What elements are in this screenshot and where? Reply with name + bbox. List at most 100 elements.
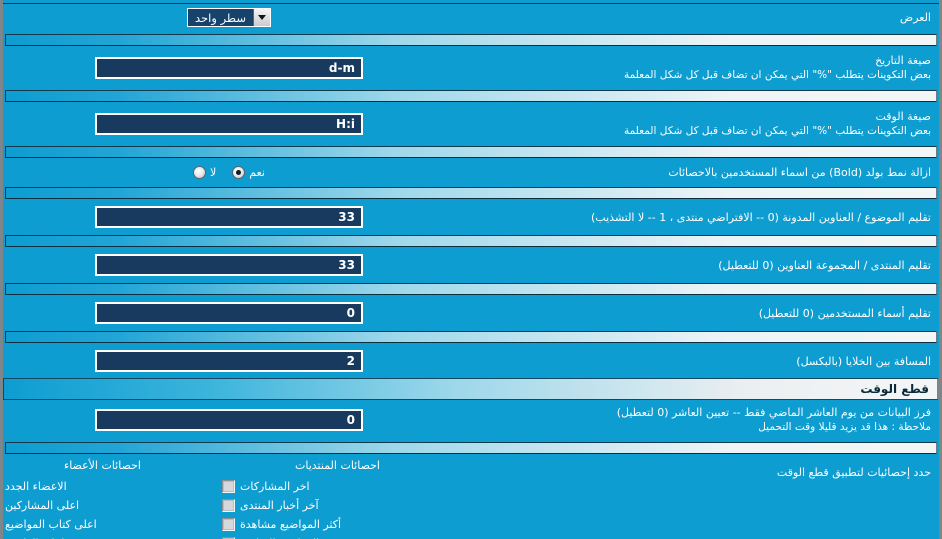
divider-2 [5, 90, 937, 102]
label-apply-cutoff-text: حدد إحصائيات لتطبيق قطع الوقت [776, 466, 931, 479]
checkbox-icon[interactable] [222, 480, 235, 493]
row-cutoff-days: فرز البيانات من يوم العاشر الماضي فقط --… [3, 401, 939, 439]
divider-6-wrap [3, 280, 939, 298]
cutoff-column-forums-header: احصائات المنتديات [295, 459, 380, 472]
control-trim-forum-titles [3, 250, 455, 280]
time-format-input[interactable] [95, 113, 363, 135]
divider-7 [5, 331, 937, 343]
label-display: العرض [455, 6, 939, 29]
divider-4-wrap [3, 184, 939, 202]
row-trim-forum-titles: تقليم المنتدى / المجموعة العناوين (0 للت… [3, 250, 939, 280]
checkbox-label: المواضيع الساخنة [240, 534, 319, 539]
divider-2-wrap [3, 87, 939, 105]
label-display-text: العرض [899, 11, 931, 24]
divider-8-wrap [3, 439, 939, 457]
control-cell-spacing [3, 346, 455, 376]
cell-spacing-input[interactable] [95, 350, 363, 372]
checkbox-item[interactable]: اخر المشاركات [220, 477, 310, 496]
trim-forum-titles-input[interactable] [95, 254, 363, 276]
hint-date-format: بعض التكوينات يتطلب "%" التي يمكن ان تضا… [623, 69, 931, 81]
radio-dot-yes-icon[interactable] [232, 166, 246, 179]
label-trim-forum-titles-text: تقليم المنتدى / المجموعة العناوين (0 للت… [718, 258, 931, 272]
radio-label-yes: نعم [249, 166, 265, 179]
checkbox-item[interactable]: اعلى الداعين [3, 534, 64, 539]
label-cutoff-days: فرز البيانات من يوم العاشر الماضي فقط --… [455, 401, 939, 439]
checkbox-label: الاعضاء الجدد [5, 480, 67, 493]
label-date-format-text: صيغة التاريخ [875, 54, 931, 67]
cutoff-column-forums: احصائات المنتديات اخر المشاركات آخر أخبا… [220, 459, 455, 539]
row-trim-usernames: تقليم أسماء المستخدمين (0 للتعطيل) [3, 298, 939, 328]
label-cell-spacing: المسافة بين الخلايا (بالبكسل) [455, 350, 939, 373]
settings-page: العرض سطر واحد صيغة التاريخ بعض التكوينا… [0, 0, 942, 539]
label-apply-cutoff: حدد إحصائيات لتطبيق قطع الوقت [455, 457, 939, 484]
row-display: العرض سطر واحد [3, 4, 939, 31]
control-time-format [3, 109, 455, 139]
display-mode-select-value: سطر واحد [195, 10, 246, 25]
radio-remove-bold-yes[interactable]: نعم [232, 166, 265, 179]
row-trim-thread-titles: تقليم الموضوع / العناوين المدونة (0 -- ا… [3, 202, 939, 232]
label-trim-usernames: تقليم أسماء المستخدمين (0 للتعطيل) [455, 302, 939, 325]
hint-time-format: بعض التكوينات يتطلب "%" التي يمكن ان تضا… [623, 125, 931, 137]
row-apply-cutoff: حدد إحصائيات لتطبيق قطع الوقت احصائات ال… [3, 457, 939, 539]
divider-1 [5, 34, 937, 46]
section-cutoff-title: قطع الوقت [860, 382, 929, 396]
label-time-format-text: صيغة الوقت [875, 110, 931, 123]
checkbox-item[interactable]: آخر أخبار المنتدى [220, 496, 319, 515]
checkbox-icon[interactable] [222, 499, 235, 512]
divider-5-wrap [3, 232, 939, 250]
remove-bold-radio-group: نعم لا [193, 166, 265, 179]
cutoff-column-members-header: احصائات الأعضاء [64, 459, 141, 472]
label-time-format: صيغة الوقت بعض التكوينات يتطلب "%" التي … [455, 105, 939, 143]
label-remove-bold: ازالة نمط بولد (Bold) من اسماء المستخدمي… [455, 161, 939, 184]
checkbox-label: اعلى الداعين [5, 534, 64, 539]
row-time-format: صيغة الوقت بعض التكوينات يتطلب "%" التي … [3, 105, 939, 143]
checkbox-label: آخر أخبار المنتدى [240, 499, 319, 512]
display-mode-select[interactable]: سطر واحد [187, 8, 271, 27]
row-remove-bold: ازالة نمط بولد (Bold) من اسماء المستخدمي… [3, 161, 939, 184]
label-trim-forum-titles: تقليم المنتدى / المجموعة العناوين (0 للت… [455, 254, 939, 277]
checkbox-label: اعلى كتاب المواضيع [5, 518, 97, 531]
label-remove-bold-text: ازالة نمط بولد (Bold) من اسماء المستخدمي… [668, 166, 931, 179]
label-trim-thread-titles: تقليم الموضوع / العناوين المدونة (0 -- ا… [455, 206, 939, 229]
checkbox-item[interactable]: اعلى كتاب المواضيع [3, 515, 97, 534]
label-date-format: صيغة التاريخ بعض التكوينات يتطلب "%" الت… [455, 49, 939, 87]
label-trim-usernames-text: تقليم أسماء المستخدمين (0 للتعطيل) [758, 306, 931, 320]
divider-3 [5, 146, 937, 158]
checkbox-label: اخر المشاركات [240, 480, 310, 493]
section-cutoff-wrap: قطع الوقت [3, 376, 939, 401]
control-remove-bold: نعم لا [3, 162, 455, 183]
checkbox-item[interactable]: المواضيع الساخنة [220, 534, 319, 539]
row-date-format: صيغة التاريخ بعض التكوينات يتطلب "%" الت… [3, 49, 939, 87]
control-display: سطر واحد [3, 4, 455, 31]
cutoff-days-input[interactable] [95, 409, 363, 431]
divider-1-wrap [3, 31, 939, 49]
checkbox-item[interactable]: الاعضاء الجدد [3, 477, 67, 496]
control-trim-usernames [3, 298, 455, 328]
checkbox-label: اعلى المشاركين [5, 499, 80, 512]
trim-usernames-input[interactable] [95, 302, 363, 324]
hint-cutoff-days: ملاحظة : هذا قد يزيد قليلا وقت التحميل [758, 421, 931, 433]
cutoff-checkbox-area: احصائات المنتديات اخر المشاركات آخر أخبا… [3, 457, 455, 539]
control-cutoff-days [3, 405, 455, 435]
control-trim-thread-titles [3, 202, 455, 232]
divider-3-wrap [3, 143, 939, 161]
radio-dot-no-icon[interactable] [193, 166, 207, 179]
control-date-format [3, 53, 455, 83]
checkbox-icon[interactable] [222, 518, 235, 531]
section-cutoff-header: قطع الوقت [3, 378, 939, 400]
checkbox-item[interactable]: اعلى المشاركين [3, 496, 80, 515]
cutoff-column-members: احصائات الأعضاء الاعضاء الجدد اعلى المشا… [3, 459, 220, 539]
trim-thread-titles-input[interactable] [95, 206, 363, 228]
divider-5 [5, 235, 937, 247]
date-format-input[interactable] [95, 57, 363, 79]
row-cell-spacing: المسافة بين الخلايا (بالبكسل) [3, 346, 939, 376]
checkbox-label: أكثر المواضيع مشاهدة [240, 518, 342, 531]
checkbox-item[interactable]: أكثر المواضيع مشاهدة [220, 515, 341, 534]
radio-label-no: لا [210, 166, 217, 179]
radio-remove-bold-no[interactable]: لا [193, 166, 216, 179]
divider-6 [5, 283, 937, 295]
chevron-down-icon[interactable] [252, 9, 270, 26]
label-cutoff-days-text: فرز البيانات من يوم العاشر الماضي فقط --… [616, 406, 931, 419]
divider-7-wrap [3, 328, 939, 346]
label-cell-spacing-text: المسافة بين الخلايا (بالبكسل) [796, 354, 931, 368]
